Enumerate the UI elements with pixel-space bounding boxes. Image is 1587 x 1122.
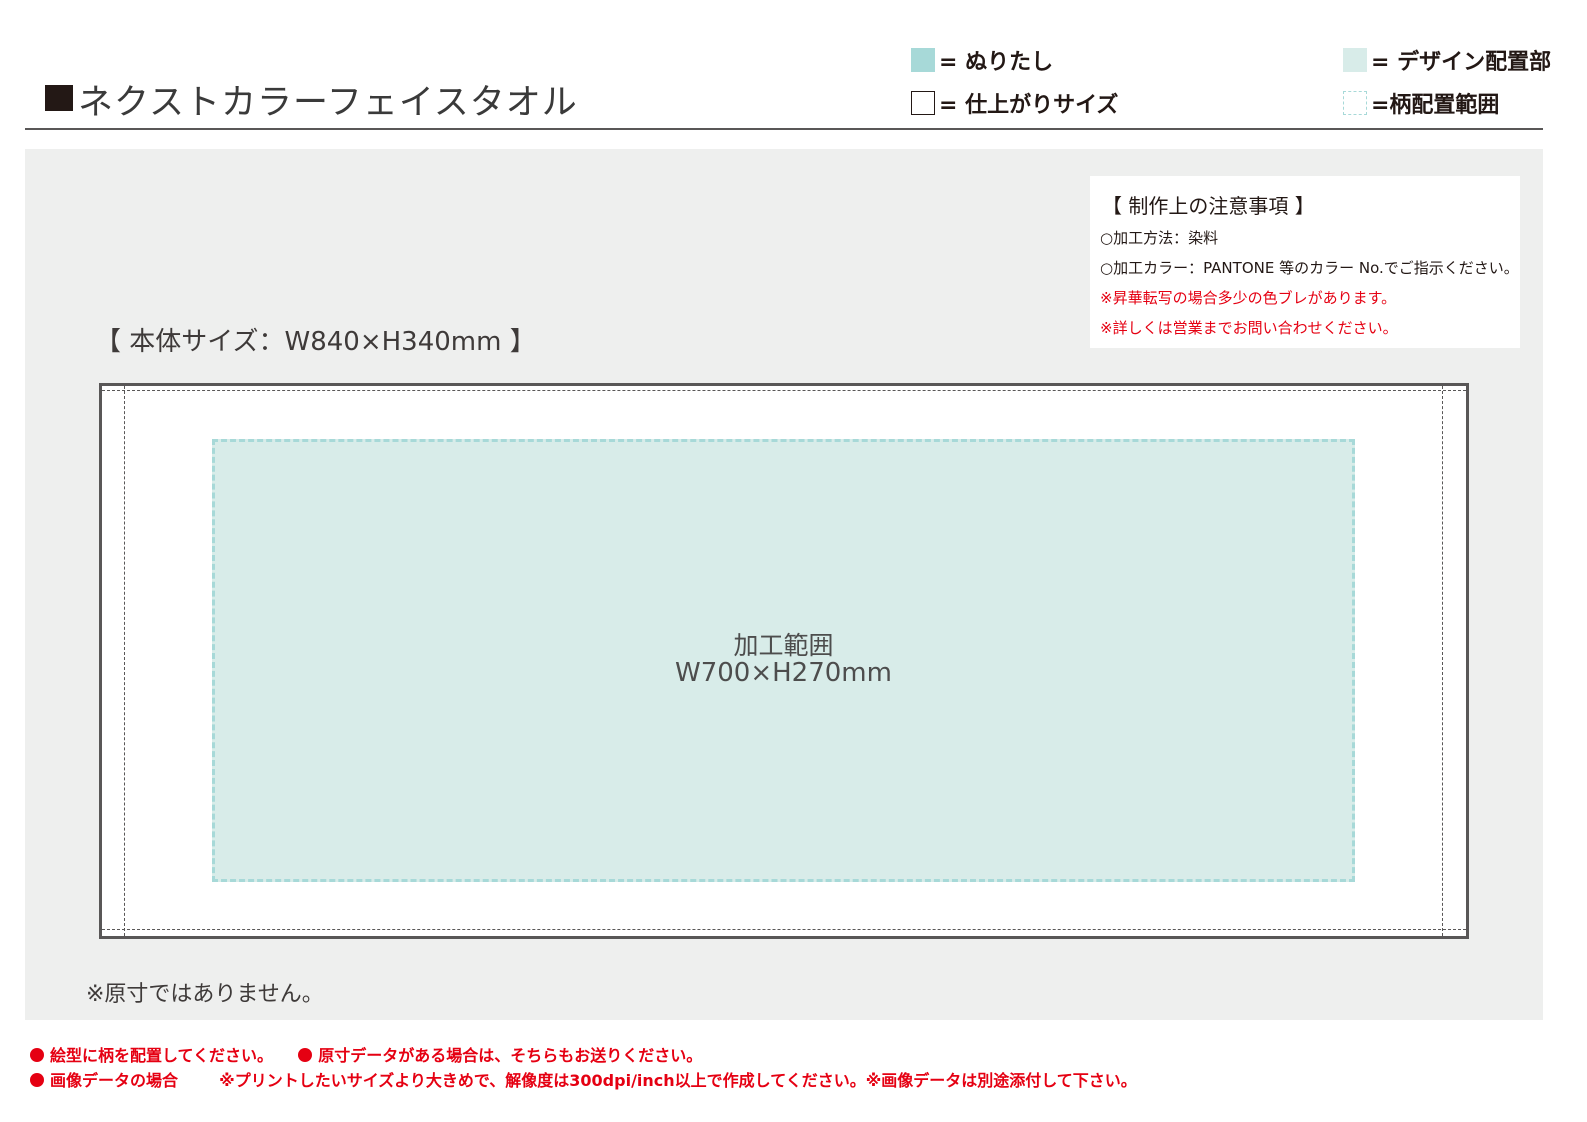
design-area[interactable]: 加工範囲 W700×H270mm [212,439,1355,882]
note-method: ○加工方法：染料 [1100,229,1219,247]
bleed-swatch-icon [911,48,935,72]
note-contact-warning: ※詳しくは営業までお問い合わせください。 [1100,319,1398,337]
title-square-icon [45,85,73,111]
legend-pattern: =柄配置範囲 [1343,87,1499,119]
red-bullet-icon [298,1048,313,1062]
bleed-line-top [102,390,1466,391]
page-title: ネクストカラーフェイスタオル [78,83,578,123]
trim-swatch-icon [911,91,935,115]
footer-resolution-note: ※プリントしたいサイズより大きめで、解像度は300dpi/inch以上で作成して… [219,1071,1137,1090]
footer-image-data: 画像データの場合 [50,1071,179,1090]
design-area-size: W700×H270mm [675,658,892,689]
legend-trim: = 仕上がりサイズ [911,87,1118,119]
header-divider [25,128,1543,130]
production-notes: 【 制作上の注意事項 】 ○加工方法：染料 ○加工カラー：PANTONE 等のカ… [1090,176,1520,348]
legend-pattern-label: =柄配置範囲 [1371,93,1500,118]
footer-line-1: 絵型に柄を配置してください。 原寸データがある場合は、そちらもお送りください。 [30,1042,702,1066]
footer-place-pattern: 絵型に柄を配置してください。 [50,1046,274,1065]
bleed-line-bottom [102,929,1466,930]
footer-line-2: 画像データの場合 ※プリントしたいサイズより大きめで、解像度は300dpi/in… [30,1067,1137,1091]
red-bullet-icon [30,1048,44,1062]
not-actual-size-note: ※原寸ではありません。 [86,982,324,1007]
note-sublimation-warning: ※昇華転写の場合多少の色ブレがあります。 [1100,289,1397,307]
bleed-line-right [1442,386,1443,936]
note-color: ○加工カラー：PANTONE 等のカラー No.でご指示ください。 [1100,259,1519,277]
legend-trim-label: = 仕上がりサイズ [939,93,1119,118]
legend-design: = デザイン配置部 [1343,44,1551,76]
body-size-label: 【 本体サイズ：W840×H340mm 】 [95,327,536,357]
pattern-swatch-icon [1343,91,1367,115]
bleed-line-left [124,386,125,936]
legend-bleed-label: = ぬりたし [939,50,1054,75]
legend-bleed: = ぬりたし [911,44,1053,76]
red-bullet-icon [30,1073,44,1087]
design-swatch-icon [1343,48,1367,72]
legend-design-label: = デザイン配置部 [1371,50,1552,75]
notes-title: 【 制作上の注意事項 】 [1102,194,1315,218]
design-area-label: 加工範囲 [733,631,834,661]
footer-actual-size-data: 原寸データがある場合は、そちらもお送りください。 [318,1046,703,1065]
